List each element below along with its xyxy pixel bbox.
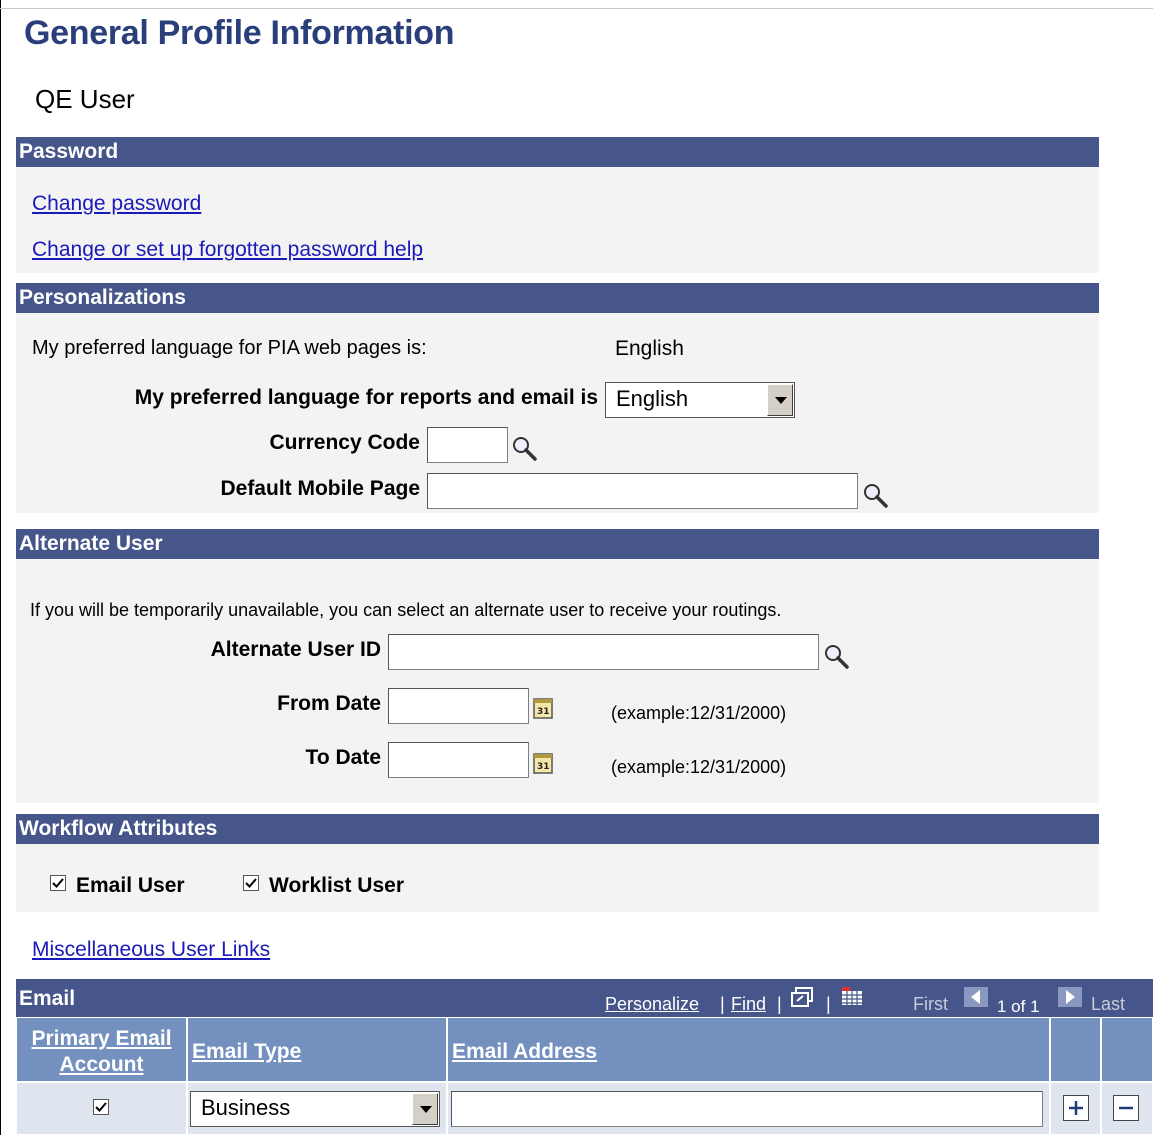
- first-label: First: [913, 994, 948, 1014]
- email-type-selected: Business: [201, 1095, 291, 1120]
- column-header-add: [1050, 1017, 1101, 1082]
- from-date-label: From Date: [277, 692, 381, 715]
- worklist-user-label: Worklist User: [269, 874, 404, 897]
- miscellaneous-user-links[interactable]: Miscellaneous User Links: [32, 938, 270, 962]
- currency-code-lookup-icon[interactable]: [510, 434, 540, 464]
- to-date-calendar-icon[interactable]: 31: [532, 751, 556, 775]
- minus-icon: [1119, 1106, 1133, 1110]
- change-password-link[interactable]: Change password: [32, 192, 201, 216]
- personalize-link[interactable]: Personalize: [605, 994, 699, 1015]
- alternate-user-section-header: Alternate User: [16, 529, 1099, 559]
- delete-row-button[interactable]: [1113, 1095, 1139, 1121]
- default-mobile-page-label: Default Mobile Page: [220, 477, 420, 500]
- find-link[interactable]: Find: [731, 994, 766, 1015]
- forgotten-password-help-link[interactable]: Change or set up forgotten password help: [32, 238, 423, 262]
- page-title: General Profile Information: [24, 14, 455, 52]
- page-info: 1 of 1: [997, 997, 1040, 1016]
- alternate-user-description: If you will be temporarily unavailable, …: [30, 600, 782, 620]
- checkmark-icon: [245, 878, 257, 888]
- alternate-user-id-lookup-icon[interactable]: [822, 642, 852, 672]
- from-date-calendar-icon[interactable]: 31: [532, 696, 556, 720]
- from-date-input[interactable]: [388, 688, 529, 724]
- separator: |: [777, 994, 782, 1014]
- workflow-section-header: Workflow Attributes: [16, 814, 1099, 844]
- checkmark-icon: [52, 878, 64, 888]
- reports-language-label: My preferred language for reports and em…: [134, 386, 598, 409]
- column-header-email-type-label: Email Type: [192, 1040, 302, 1063]
- reports-language-selected: English: [616, 386, 689, 411]
- column-header-email-address[interactable]: Email Address: [447, 1017, 1050, 1082]
- pia-language-label: My preferred language for PIA web pages …: [32, 337, 427, 359]
- primary-email-checkbox[interactable]: [93, 1099, 109, 1115]
- default-mobile-page-input[interactable]: [427, 473, 858, 509]
- from-date-example: (example:12/31/2000): [611, 703, 787, 723]
- to-date-label: To Date: [305, 746, 381, 769]
- email-user-label: Email User: [76, 874, 185, 897]
- plus-icon: [1069, 1101, 1083, 1115]
- previous-arrow-icon: [964, 987, 988, 1007]
- svg-text:31: 31: [537, 707, 550, 717]
- worklist-user-checkbox[interactable]: [243, 875, 259, 891]
- currency-code-label: Currency Code: [269, 431, 420, 454]
- currency-code-input[interactable]: [427, 427, 508, 463]
- top-border: [0, 8, 1153, 9]
- user-name: QE User: [35, 84, 135, 114]
- column-header-primary-email[interactable]: Primary Email Account: [16, 1017, 187, 1082]
- add-row-button[interactable]: [1063, 1095, 1089, 1121]
- svg-text:31: 31: [537, 762, 550, 772]
- password-section-header: Password: [16, 137, 1099, 167]
- column-header-primary-email-label: Primary Email Account: [31, 1027, 172, 1076]
- separator: |: [826, 994, 831, 1014]
- personalizations-section-header: Personalizations: [16, 283, 1099, 313]
- pia-language-value: English: [615, 337, 684, 360]
- download-grid-icon[interactable]: [840, 985, 866, 1009]
- checkmark-icon: [95, 1102, 107, 1112]
- email-type-dropdown-button[interactable]: [412, 1093, 438, 1125]
- to-date-example: (example:12/31/2000): [611, 757, 787, 777]
- separator: |: [720, 994, 725, 1014]
- reports-language-dropdown-button[interactable]: [767, 384, 793, 416]
- default-mobile-page-lookup-icon[interactable]: [861, 481, 891, 511]
- view-all-icon[interactable]: [789, 986, 817, 1010]
- alternate-user-id-input[interactable]: [388, 634, 819, 670]
- email-grid-title: Email: [19, 987, 76, 1010]
- email-address-input[interactable]: [451, 1091, 1043, 1127]
- to-date-input[interactable]: [388, 742, 529, 778]
- left-border: [0, 0, 1, 1135]
- reports-language-select[interactable]: English: [605, 382, 795, 418]
- column-header-email-type[interactable]: Email Type: [187, 1017, 447, 1082]
- last-label: Last: [1091, 994, 1126, 1014]
- column-header-delete: [1101, 1017, 1153, 1082]
- email-user-checkbox[interactable]: [50, 875, 66, 891]
- email-type-select[interactable]: Business: [190, 1091, 440, 1127]
- next-arrow-icon: [1058, 987, 1082, 1007]
- column-header-email-address-label: Email Address: [452, 1040, 598, 1063]
- alternate-user-id-label: Alternate User ID: [210, 638, 381, 661]
